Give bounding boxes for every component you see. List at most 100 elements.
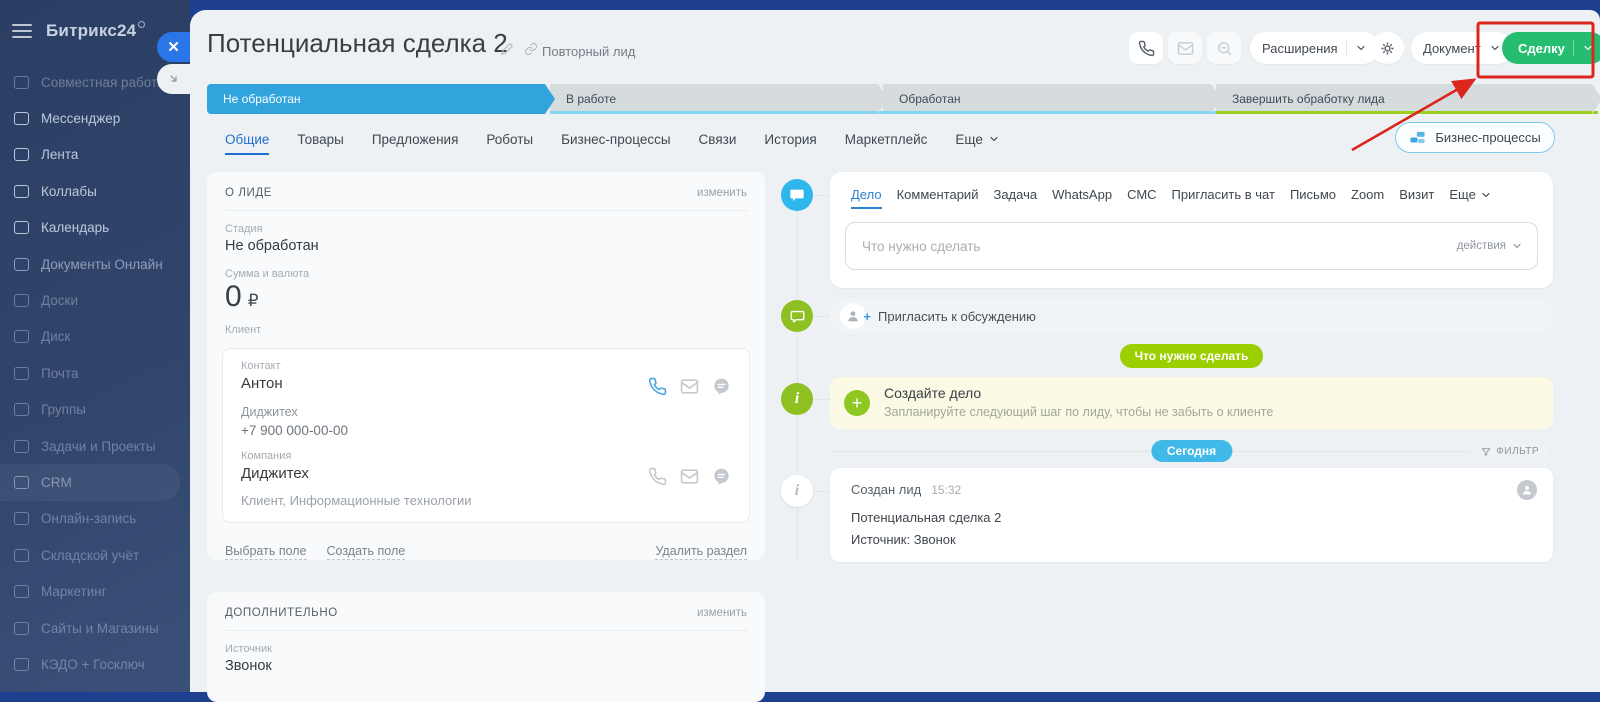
tab-links[interactable]: Связи xyxy=(699,132,737,147)
email-icon[interactable] xyxy=(680,467,699,486)
extensions-dropdown[interactable]: Расширения xyxy=(1250,32,1379,64)
contact-phone[interactable]: +7 900 000-00-00 xyxy=(241,423,348,438)
copy-link-icon[interactable] xyxy=(524,42,538,56)
sites-icon xyxy=(14,622,29,635)
collapse-slider-button[interactable] xyxy=(157,64,190,94)
activity-tab-sms[interactable]: СМС xyxy=(1127,187,1156,202)
edit-title-icon[interactable] xyxy=(500,42,514,56)
tab-robots[interactable]: Роботы xyxy=(486,132,533,147)
hamburger-menu-icon[interactable] xyxy=(12,24,32,38)
sidebar-item-booking[interactable]: Онлайн-запись xyxy=(0,501,190,537)
app-logo[interactable]: Битрикс24 xyxy=(46,21,145,41)
close-icon: ✕ xyxy=(167,38,180,56)
activity-tab-invite-chat[interactable]: Пригласить в чат xyxy=(1172,187,1275,202)
what-to-do-pill[interactable]: Что нужно сделать xyxy=(1120,344,1264,368)
sidebar-item-inventory[interactable]: Складской учёт xyxy=(0,537,190,573)
source-field-value[interactable]: Звонок xyxy=(225,658,747,674)
tab-marketplace[interactable]: Маркетплейс xyxy=(845,132,928,147)
actions-dropdown[interactable]: действия xyxy=(1457,240,1523,252)
activity-tab-more[interactable]: Еще xyxy=(1449,187,1491,202)
activity-tab-todo[interactable]: Дело xyxy=(851,187,882,202)
sidebar-item-docs-online[interactable]: Документы Онлайн xyxy=(0,246,190,282)
timeline-activity-icon xyxy=(781,179,813,211)
chevron-down-icon xyxy=(1489,42,1501,54)
activity-tab-comment[interactable]: Комментарий xyxy=(897,187,979,202)
activity-tab-zoom[interactable]: Zoom xyxy=(1351,187,1384,202)
search-button[interactable] xyxy=(1207,32,1241,64)
chat-icon[interactable] xyxy=(712,377,731,396)
chevron-down-icon xyxy=(1480,189,1492,201)
amount-field-value[interactable]: 0₽ xyxy=(225,280,747,314)
sidebar-item-feed[interactable]: Лента xyxy=(0,137,190,173)
author-avatar[interactable] xyxy=(1517,480,1537,500)
phone-icon xyxy=(1138,40,1155,57)
stage-processed[interactable]: Обработан xyxy=(883,84,1211,114)
sidebar-item-tasks[interactable]: Задачи и Проекты xyxy=(0,428,190,464)
sidebar-item-messenger[interactable]: Мессенджер xyxy=(0,100,190,136)
stage-in-progress[interactable]: В работе xyxy=(550,84,878,114)
tab-history[interactable]: История xyxy=(764,132,816,147)
add-activity-button[interactable]: + xyxy=(844,390,870,416)
sidebar-item-sites[interactable]: Сайты и Магазины xyxy=(0,610,190,646)
hint-title[interactable]: Создайте дело xyxy=(884,385,981,401)
tab-business-processes[interactable]: Бизнес-процессы xyxy=(561,132,670,147)
sidebar-item-kedo[interactable]: КЭДО + Госключ xyxy=(0,646,190,682)
sidebar-item-marketing[interactable]: Маркетинг xyxy=(0,573,190,609)
sidebar-item-crm[interactable]: CRM xyxy=(0,464,180,500)
activity-tab-visit[interactable]: Визит xyxy=(1399,187,1434,202)
document-dropdown[interactable]: Документ xyxy=(1411,32,1513,64)
company-name[interactable]: Диджитех xyxy=(241,465,309,482)
close-slider-button[interactable]: ✕ xyxy=(157,32,190,62)
phone-icon[interactable] xyxy=(648,467,667,486)
entry-source: Источник: Звонок xyxy=(851,532,956,547)
settings-button[interactable] xyxy=(1370,32,1404,64)
stage-field-value[interactable]: Не обработан xyxy=(225,238,747,254)
todo-input[interactable] xyxy=(862,239,1457,254)
kedo-icon xyxy=(14,658,29,671)
stage-not-processed[interactable]: Не обработан xyxy=(207,84,545,114)
contact-name[interactable]: Антон xyxy=(241,375,283,392)
tab-quotes[interactable]: Предложения xyxy=(372,132,459,147)
crm-icon xyxy=(14,476,29,489)
edit-section-link[interactable]: изменить xyxy=(697,607,747,619)
sidebar-item-disk[interactable]: Диск xyxy=(0,319,190,355)
sidebar-item-mail[interactable]: Почта xyxy=(0,355,190,391)
chat-icon[interactable] xyxy=(712,467,731,486)
logo-clock-icon xyxy=(138,21,145,28)
create-field-link[interactable]: Создать поле xyxy=(327,544,406,560)
timeline-entry-card: Создан лид 15:32 Потенциальная сделка 2 … xyxy=(830,468,1553,562)
search-icon xyxy=(1216,40,1233,57)
call-button[interactable] xyxy=(1129,32,1163,64)
sidebar-item-groups[interactable]: Группы xyxy=(0,392,190,428)
activity-tab-task[interactable]: Задача xyxy=(993,187,1037,202)
timeline-date-divider: Сегодня ФИЛЬТР xyxy=(830,440,1553,463)
chat-bubble-icon xyxy=(789,187,805,203)
email-button[interactable] xyxy=(1168,32,1202,64)
chat-bubble-icon xyxy=(790,309,805,324)
today-pill[interactable]: Сегодня xyxy=(1151,440,1232,462)
delete-section-link[interactable]: Удалить раздел xyxy=(655,544,747,560)
tab-more[interactable]: Еще xyxy=(955,132,999,147)
sidebar: Битрикс24 Совместная работа Мессенджер Л… xyxy=(0,0,190,692)
edit-section-link[interactable]: изменить xyxy=(697,187,747,199)
activity-tab-letter[interactable]: Письмо xyxy=(1290,187,1336,202)
invite-to-discussion-bar[interactable]: + Пригласить к обсуждению xyxy=(830,298,1553,334)
sidebar-item-calendar[interactable]: Календарь xyxy=(0,210,190,246)
tab-general[interactable]: Общие xyxy=(225,132,269,147)
timeline-log-icon: i xyxy=(781,475,813,507)
phone-icon[interactable] xyxy=(648,377,667,396)
sidebar-item-boards[interactable]: Доски xyxy=(0,282,190,318)
filter-button[interactable]: ФИЛЬТР xyxy=(1471,441,1549,462)
stage-field-label: Стадия xyxy=(225,223,747,235)
email-icon[interactable] xyxy=(680,377,699,396)
business-processes-button[interactable]: Бизнес-процессы xyxy=(1395,122,1555,153)
stage-finish-processing[interactable]: Завершить обработку лида xyxy=(1216,84,1592,114)
entry-title: Создан лид xyxy=(851,482,921,497)
create-deal-button[interactable]: Сделку xyxy=(1502,32,1600,64)
disk-icon xyxy=(14,330,29,343)
select-field-link[interactable]: Выбрать поле xyxy=(225,544,307,560)
activity-tab-whatsapp[interactable]: WhatsApp xyxy=(1052,187,1112,202)
tab-products[interactable]: Товары xyxy=(297,132,343,147)
amount-field-label: Сумма и валюта xyxy=(225,268,747,280)
sidebar-item-collabs[interactable]: Коллабы xyxy=(0,173,190,209)
